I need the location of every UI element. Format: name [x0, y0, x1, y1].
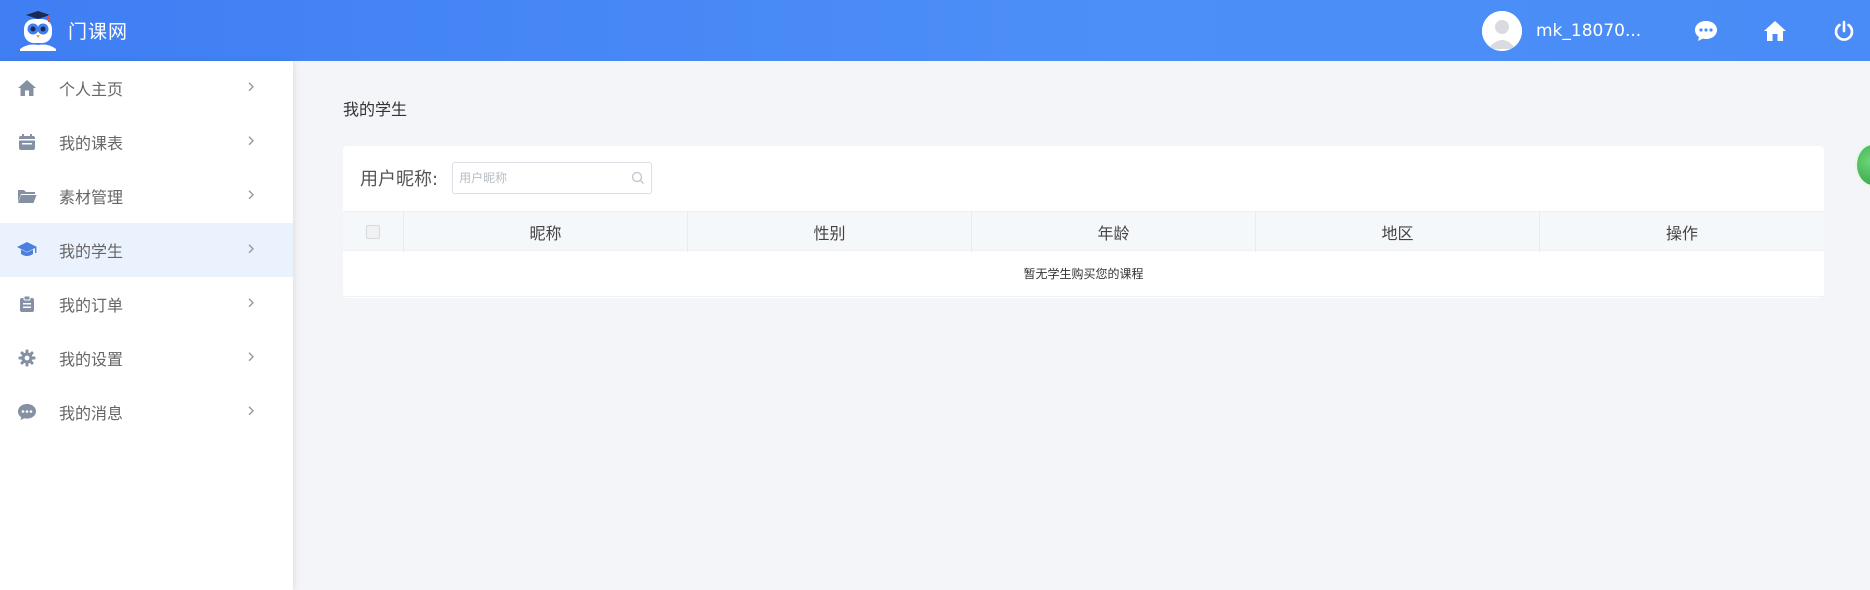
sidebar-item-settings[interactable]: 我的设置 [0, 331, 293, 385]
home-icon[interactable] [1763, 19, 1787, 43]
chevron-right-icon [248, 82, 254, 92]
sidebar-item-materials[interactable]: 素材管理 [0, 169, 293, 223]
search-input[interactable] [453, 163, 624, 193]
power-icon[interactable] [1832, 19, 1856, 43]
students-panel: 用户昵称: 昵称 性别 年龄 地区 操作 暂无学生购买您的课程 [343, 146, 1824, 298]
sidebar-item-messages[interactable]: 我的消息 [0, 385, 293, 439]
column-header-age[interactable]: 年龄 [972, 212, 1256, 252]
logo-text: 门课网 [68, 21, 129, 43]
avatar[interactable] [1482, 10, 1522, 51]
home-icon [16, 77, 38, 99]
column-header-region[interactable]: 地区 [1256, 212, 1540, 252]
table-header: 昵称 性别 年龄 地区 操作 [343, 211, 1824, 252]
chevron-right-icon [248, 352, 254, 362]
clipboard-icon [16, 293, 38, 315]
chevron-right-icon [248, 244, 254, 254]
chevron-right-icon [248, 298, 254, 308]
column-header-nickname[interactable]: 昵称 [404, 212, 688, 252]
sidebar-item-label: 我的消息 [59, 404, 124, 423]
column-header-gender[interactable]: 性别 [688, 212, 972, 252]
chevron-right-icon [248, 190, 254, 200]
calendar-icon [16, 131, 38, 153]
search-icon[interactable] [631, 171, 645, 185]
sidebar: 个人主页 我的课表 素材管理 我的学生 我的订单 我的设置 我的消息 [0, 61, 293, 590]
sidebar-item-home[interactable]: 个人主页 [0, 61, 293, 115]
floating-badge[interactable] [1855, 143, 1870, 187]
username[interactable]: mk_18070... [1536, 21, 1646, 41]
chat-icon[interactable] [1694, 19, 1718, 43]
sidebar-item-orders[interactable]: 我的订单 [0, 277, 293, 331]
sidebar-item-label: 素材管理 [59, 188, 124, 207]
search-label: 用户昵称: [360, 169, 439, 190]
top-header: 门课网 mk_18070... [0, 0, 1870, 61]
select-all-checkbox[interactable] [366, 225, 380, 239]
header-checkbox-cell [343, 212, 404, 252]
students-table: 昵称 性别 年龄 地区 操作 暂无学生购买您的课程 [343, 211, 1824, 297]
page-title: 我的学生 [343, 100, 408, 119]
folder-icon [16, 185, 38, 207]
column-header-actions: 操作 [1665, 224, 1698, 243]
graduation-cap-icon [16, 239, 38, 261]
gear-icon [16, 347, 38, 369]
sidebar-item-label: 个人主页 [59, 80, 124, 99]
sidebar-item-label: 我的学生 [59, 242, 124, 261]
sidebar-item-students[interactable]: 我的学生 [0, 223, 293, 277]
sidebar-item-label: 我的订单 [59, 296, 124, 315]
empty-state-text: 暂无学生购买您的课程 [343, 251, 1824, 297]
chevron-right-icon [248, 136, 254, 146]
logo[interactable]: 门课网 [14, 0, 128, 61]
sidebar-item-label: 我的设置 [59, 350, 124, 369]
search-field[interactable] [452, 162, 653, 194]
search-row: 用户昵称: [360, 162, 653, 194]
message-icon [16, 401, 38, 423]
owl-logo-icon [14, 9, 62, 53]
chevron-right-icon [248, 406, 254, 416]
sidebar-item-schedule[interactable]: 我的课表 [0, 115, 293, 169]
sidebar-item-label: 我的课表 [59, 134, 124, 153]
